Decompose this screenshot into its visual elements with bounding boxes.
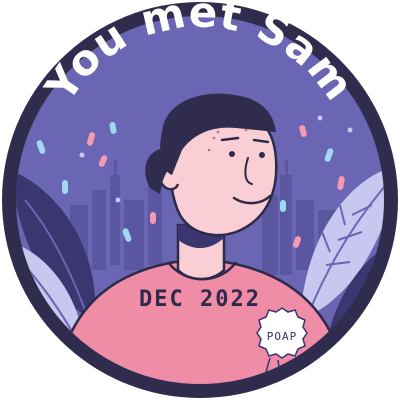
shirt-date-text: DEC 2022 [139, 287, 261, 312]
badge-svg: DEC 2022 POAP You met Sam [2, 0, 398, 398]
poap-badge: DEC 2022 POAP You met Sam [0, 0, 400, 400]
poap-logo-text: POAP [267, 330, 298, 343]
